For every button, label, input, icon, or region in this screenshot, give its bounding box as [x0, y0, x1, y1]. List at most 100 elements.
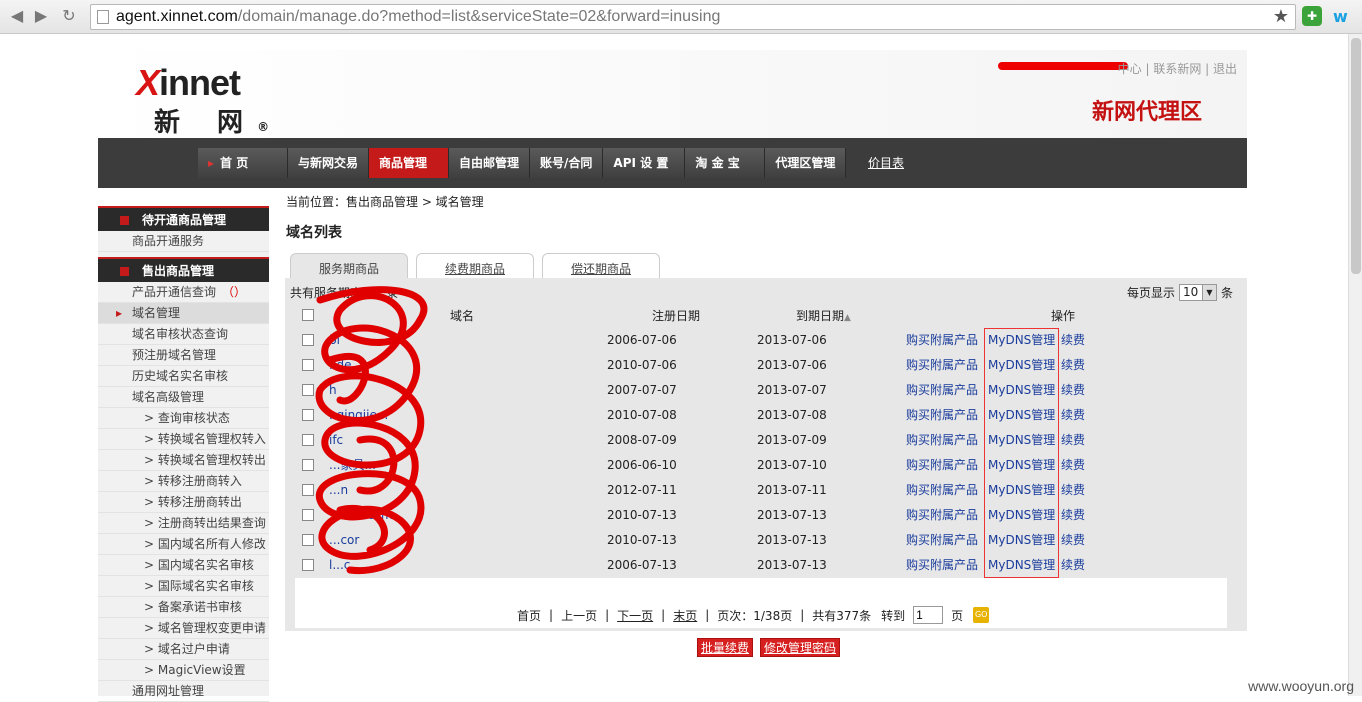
sidebar-item[interactable]: 域名审核状态查询	[98, 324, 269, 345]
nav-home[interactable]: ▸首 页	[198, 148, 288, 178]
renew-link[interactable]: 续费	[1061, 403, 1085, 428]
sidebar-item[interactable]: > 注册商转出结果查询	[98, 513, 269, 534]
bullet-icon	[120, 267, 129, 276]
nav-mail[interactable]: 自由邮管理	[449, 148, 530, 178]
sidebar-item[interactable]: > 转移注册商转入	[98, 471, 269, 492]
sidebar-item[interactable]: > 国内域名所有人修改	[98, 534, 269, 555]
sidebar-section-sold[interactable]: 售出商品管理	[98, 257, 269, 282]
scrollbar-thumb[interactable]	[1351, 38, 1361, 274]
buy-addon-link[interactable]: 购买附属产品	[906, 453, 978, 478]
sidebar-item[interactable]: 产品开通信查询（）	[98, 282, 269, 303]
sidebar-item[interactable]: > 转换域名管理权转入	[98, 429, 269, 450]
sidebar-item[interactable]: 域名管理	[98, 303, 269, 324]
pager-prev[interactable]: 上一页	[561, 607, 597, 624]
reg-date: 2006-07-13	[607, 553, 677, 578]
buy-addon-link[interactable]: 购买附属产品	[906, 428, 978, 453]
buy-addon-link[interactable]: 购买附属产品	[906, 528, 978, 553]
sidebar-item[interactable]: > 转移注册商转出	[98, 492, 269, 513]
reg-date: 2010-07-08	[607, 403, 677, 428]
renew-link[interactable]: 续费	[1061, 503, 1085, 528]
tab-bar: 服务期商品 续费期商品 偿还期商品	[290, 253, 668, 279]
sidebar-item[interactable]: 预注册域名管理	[98, 345, 269, 366]
exp-date: 2013-07-07	[757, 378, 827, 403]
batch-renew-button[interactable]: 批量续费	[697, 638, 753, 657]
logo[interactable]: Xinnet	[136, 62, 240, 104]
sidebar-item[interactable]: 域名高级管理	[98, 387, 269, 408]
reg-date: 2006-06-10	[607, 453, 677, 478]
chevron-down-icon: ▼	[1202, 285, 1216, 300]
per-page-unit: 条	[1221, 284, 1233, 301]
exp-date: 2013-07-08	[757, 403, 827, 428]
renew-link[interactable]: 续费	[1061, 353, 1085, 378]
buy-addon-link[interactable]: 购买附属产品	[906, 328, 978, 353]
sidebar-item-open-service[interactable]: 商品开通服务	[98, 231, 269, 252]
nav-account[interactable]: 账号/合同	[530, 148, 603, 178]
sidebar-item[interactable]: > 国际域名实名审核	[98, 576, 269, 597]
nav-taojinbao[interactable]: 淘 金 宝	[685, 148, 765, 178]
sidebar-item[interactable]: > 查询审核状态	[98, 408, 269, 429]
pager-area: 首页| 上一页| 下一页| 末页| 页次：1/38页| 共有377条 转到 页 …	[295, 578, 1227, 628]
renew-link[interactable]: 续费	[1061, 453, 1085, 478]
address-bar[interactable]: agent.xinnet.com/domain/manage.do?method…	[90, 4, 1296, 30]
sidebar-item[interactable]: > 域名管理权变更申请	[98, 618, 269, 639]
sidebar-item[interactable]: > 域名过户申请	[98, 639, 269, 660]
col-reg-date[interactable]: 注册日期	[652, 307, 700, 324]
forward-icon[interactable]: ▶	[30, 5, 52, 27]
site-container: Xinnet 新 网® 中心 | 联系新网 | 退出 新网代理区 ▸首 页 与新…	[98, 50, 1247, 188]
per-page-select[interactable]: 10▼	[1179, 284, 1217, 301]
arrow-icon: ▸	[208, 156, 214, 170]
sidebar-item[interactable]: 历史域名实名审核	[98, 366, 269, 387]
col-exp-date[interactable]: 到期日期▲	[796, 307, 851, 324]
pager-next[interactable]: 下一页	[617, 607, 653, 624]
pager: 首页| 上一页| 下一页| 末页| 页次：1/38页| 共有377条 转到 页 …	[517, 606, 989, 624]
buy-addon-link[interactable]: 购买附属产品	[906, 353, 978, 378]
buy-addon-link[interactable]: 购买附属产品	[906, 478, 978, 503]
extension-w-icon[interactable]: w	[1333, 7, 1348, 26]
nav-agent[interactable]: 代理区管理	[765, 148, 846, 178]
sidebar-section-pending[interactable]: 待开通商品管理	[98, 206, 269, 231]
per-page: 每页显示 10▼ 条	[1127, 284, 1233, 301]
nav-api[interactable]: API 设 置	[603, 148, 685, 178]
sort-asc-icon: ▲	[844, 313, 851, 323]
renew-link[interactable]: 续费	[1061, 328, 1085, 353]
exp-date: 2013-07-13	[757, 528, 827, 553]
renew-link[interactable]: 续费	[1061, 553, 1085, 578]
page-input[interactable]	[913, 606, 943, 624]
top-links[interactable]: 中心 | 联系新网 | 退出	[1118, 60, 1237, 77]
sidebar: 待开通商品管理 商品开通服务 售出商品管理 产品开通信查询（）域名管理域名审核状…	[98, 206, 269, 696]
nav-trade[interactable]: 与新网交易	[288, 148, 369, 178]
tab-service[interactable]: 服务期商品	[290, 253, 408, 279]
change-password-button[interactable]: 修改管理密码	[760, 638, 840, 657]
buy-addon-link[interactable]: 购买附属产品	[906, 553, 978, 578]
pager-first[interactable]: 首页	[517, 607, 541, 624]
back-icon[interactable]: ◀	[6, 5, 28, 27]
buy-addon-link[interactable]: 购买附属产品	[906, 503, 978, 528]
renew-link[interactable]: 续费	[1061, 528, 1085, 553]
sidebar-item[interactable]: 通用网址管理	[98, 681, 269, 702]
goto-label: 转到	[881, 607, 905, 624]
reload-icon[interactable]: ↻	[58, 5, 80, 27]
per-page-label: 每页显示	[1127, 284, 1175, 301]
go-button[interactable]: GO	[973, 607, 989, 623]
sidebar-item[interactable]: > 备案承诺书审核	[98, 597, 269, 618]
pager-last[interactable]: 末页	[673, 607, 697, 624]
sidebar-item[interactable]: > 转换域名管理权转出	[98, 450, 269, 471]
nav-products[interactable]: 商品管理	[369, 148, 449, 178]
price-list-link[interactable]: 价目表	[868, 154, 904, 171]
page-scrollbar[interactable]	[1348, 34, 1362, 696]
site-header: Xinnet 新 网® 中心 | 联系新网 | 退出 新网代理区	[98, 50, 1247, 138]
buy-addon-link[interactable]: 购买附属产品	[906, 403, 978, 428]
tab-renewal[interactable]: 续费期商品	[416, 253, 534, 279]
extension-icon[interactable]: ✚	[1302, 6, 1322, 26]
tab-redemption[interactable]: 偿还期商品	[542, 253, 660, 279]
renew-link[interactable]: 续费	[1061, 378, 1085, 403]
renew-link[interactable]: 续费	[1061, 428, 1085, 453]
sidebar-item[interactable]: > MagicView设置	[98, 660, 269, 681]
reg-date: 2006-07-06	[607, 328, 677, 353]
highlight-box	[984, 328, 1059, 578]
sidebar-item[interactable]: > 国内域名实名审核	[98, 555, 269, 576]
bookmark-star-icon[interactable]: ★	[1273, 6, 1289, 27]
renew-link[interactable]: 续费	[1061, 478, 1085, 503]
redaction-scribble	[300, 280, 460, 580]
buy-addon-link[interactable]: 购买附属产品	[906, 378, 978, 403]
